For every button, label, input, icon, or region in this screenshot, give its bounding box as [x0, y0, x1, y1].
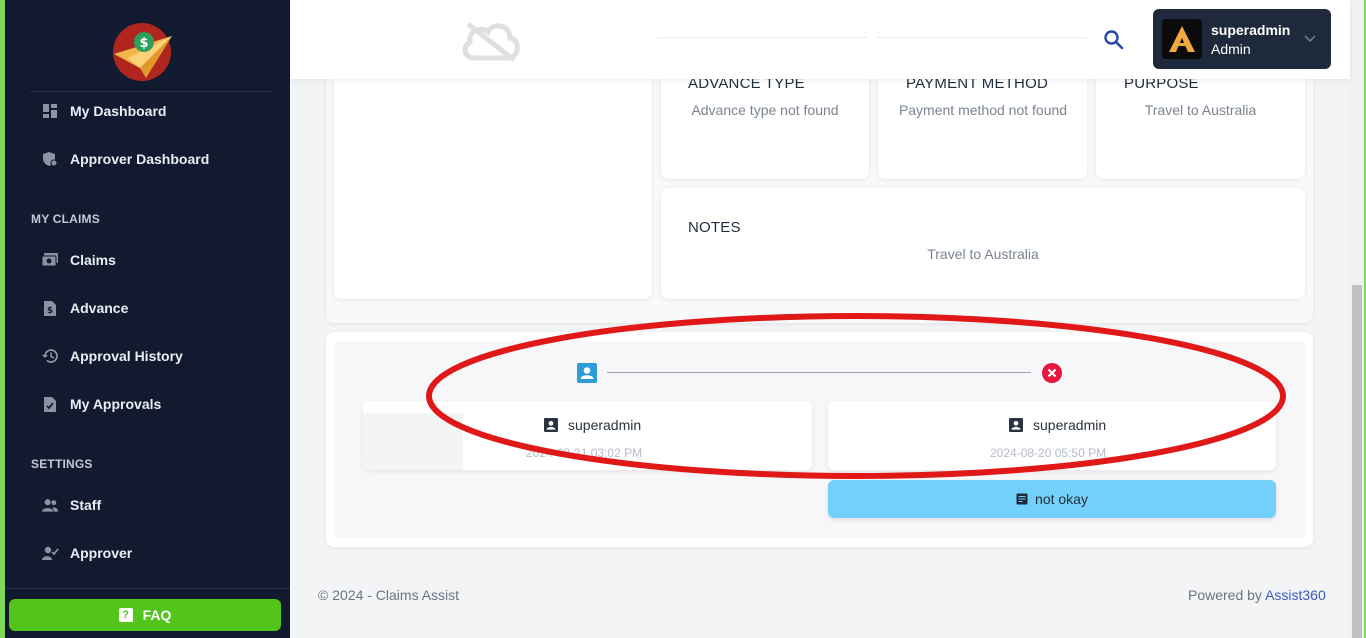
sidebar-item-label: Approval History — [70, 348, 183, 364]
timeline-connector — [607, 372, 1031, 373]
svg-text:$: $ — [139, 36, 148, 51]
assist360-link[interactable]: Assist360 — [1265, 587, 1326, 603]
step-date: 2024-08-21 03:02 PM — [526, 446, 643, 460]
rejected-status-icon — [1042, 363, 1062, 383]
note-icon — [1016, 493, 1028, 505]
person-badge-icon — [544, 418, 558, 432]
sidebar-item-approver[interactable]: Approver — [41, 541, 132, 565]
step-card-shade — [363, 413, 463, 470]
sidebar-item-approver-dashboard[interactable]: Approver Dashboard — [41, 147, 209, 171]
chevron-down-icon — [1304, 35, 1316, 43]
user-name: superadmin — [1211, 21, 1291, 38]
powered-by-text: Powered by — [1188, 587, 1266, 603]
user-check-icon — [41, 544, 59, 562]
comment-text: not okay — [1035, 491, 1088, 507]
divider — [658, 0, 868, 38]
shield-dashboard-icon — [41, 150, 59, 168]
sidebar: $ My Dashboard Approver Dashboard MY CLA… — [5, 0, 290, 638]
history-icon — [41, 347, 59, 365]
dashboard-icon — [41, 102, 59, 120]
svg-text:$: $ — [47, 306, 53, 316]
money-icon — [41, 251, 59, 269]
notes-title: NOTES — [688, 219, 741, 236]
sidebar-item-label: My Approvals — [70, 396, 162, 412]
faq-label: FAQ — [142, 607, 172, 623]
avatar — [1162, 19, 1202, 59]
user-role: Admin — [1211, 40, 1251, 57]
advance-type-value: Advance type not found — [691, 102, 839, 118]
footer-powered-by: Powered by Assist360 — [1188, 587, 1326, 603]
step-date: 2024-08-20 05:50 PM — [990, 446, 1107, 460]
cloud-icon — [460, 18, 522, 62]
sidebar-item-my-approvals[interactable]: My Approvals — [41, 392, 161, 416]
sidebar-item-label: Approver — [70, 545, 133, 561]
dollar-file-icon: $ — [41, 299, 59, 317]
divider — [5, 588, 290, 589]
top-header: superadmin Admin — [290, 0, 1350, 79]
app-logo[interactable]: $ — [110, 22, 174, 82]
user-menu[interactable]: superadmin Admin — [1153, 9, 1331, 69]
step-user: superadmin — [1009, 417, 1106, 433]
notes-value: Travel to Australia — [927, 246, 1039, 262]
sidebar-item-label: Staff — [70, 497, 102, 513]
approved-file-icon — [41, 395, 59, 413]
sidebar-item-label: Claims — [70, 252, 116, 268]
section-title-settings: SETTINGS — [31, 457, 93, 471]
purpose-value: Travel to Australia — [1144, 102, 1257, 118]
step-user: superadmin — [544, 417, 641, 433]
step-user-name: superadmin — [568, 417, 642, 433]
sidebar-item-staff[interactable]: Staff — [41, 493, 101, 517]
sidebar-item-my-dashboard[interactable]: My Dashboard — [41, 99, 166, 123]
person-badge-icon — [1009, 418, 1023, 432]
sidebar-item-label: My Dashboard — [70, 103, 167, 119]
sidebar-item-advance[interactable]: $ Advance — [41, 296, 128, 320]
payment-method-value: Payment method not found — [898, 102, 1068, 118]
divider — [30, 91, 272, 92]
sidebar-item-approval-history[interactable]: Approval History — [41, 344, 183, 368]
users-icon — [41, 496, 59, 514]
search-icon[interactable] — [1102, 28, 1126, 52]
rejection-comment[interactable]: not okay — [828, 480, 1276, 518]
divider — [876, 0, 1086, 38]
step-user-name: superadmin — [1033, 417, 1107, 433]
sidebar-item-claims[interactable]: Claims — [41, 248, 116, 272]
scrollbar-thumb[interactable] — [1352, 285, 1362, 638]
submitter-step-icon — [577, 363, 597, 383]
sidebar-item-label: Approver Dashboard — [70, 151, 210, 167]
question-icon: ? — [118, 608, 133, 622]
section-title-my-claims: MY CLAIMS — [31, 212, 100, 226]
sidebar-item-label: Advance — [70, 300, 129, 316]
faq-button[interactable]: ? FAQ — [9, 599, 281, 631]
footer-copyright: © 2024 - Claims Assist — [318, 587, 460, 603]
